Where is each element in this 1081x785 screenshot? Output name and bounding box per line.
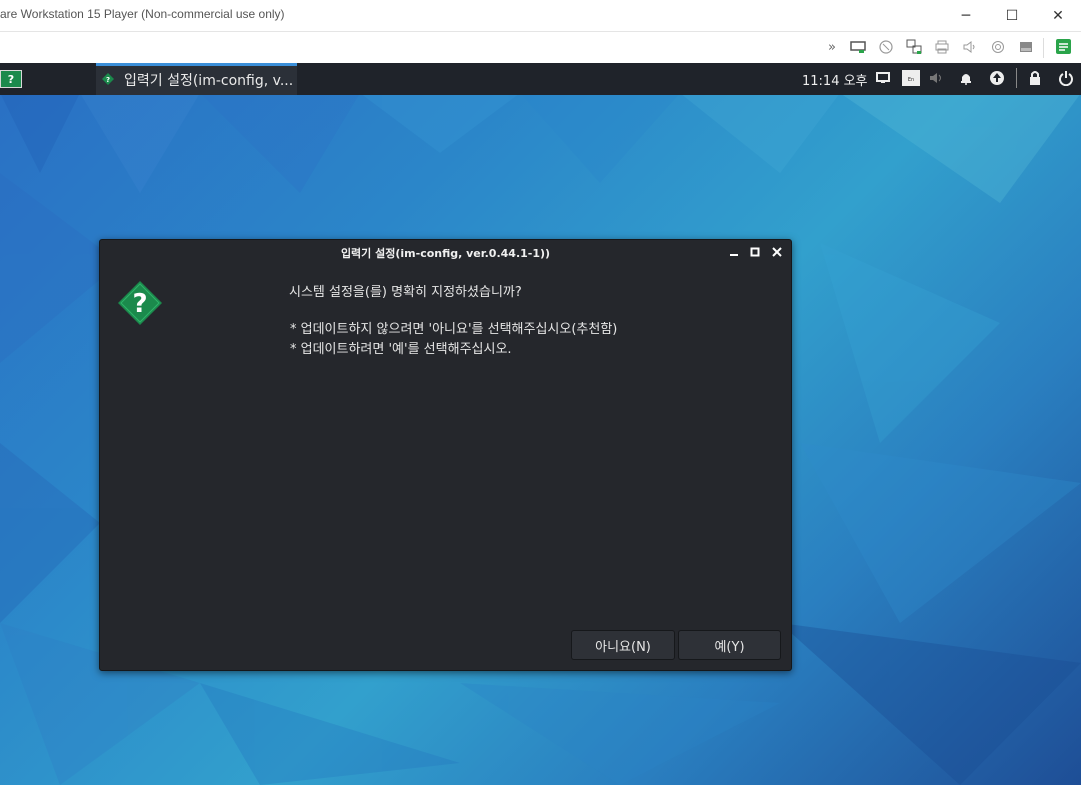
dialog-message-line-1: * 업데이트하지 않으려면 '아니요'를 선택해주십시오(추천함) xyxy=(290,322,618,337)
usb-icon[interactable] xyxy=(905,38,923,56)
question-icon: ? xyxy=(118,281,162,325)
panel-clock[interactable]: 11:14 오후 xyxy=(802,70,868,89)
host-close-button[interactable]: ✕ xyxy=(1035,0,1081,32)
sound-icon[interactable] xyxy=(961,38,979,56)
app-menu-icon[interactable]: ? xyxy=(0,70,22,88)
dialog-question: 시스템 설정을(를) 명확히 지정하셨습니까? xyxy=(289,285,522,300)
camera-icon[interactable] xyxy=(989,38,1007,56)
host-window-title: are Workstation 15 Player (Non-commercia… xyxy=(0,7,285,21)
hdd-icon[interactable] xyxy=(1017,38,1035,56)
volume-icon[interactable] xyxy=(929,70,945,86)
double-chevron-icon[interactable]: » xyxy=(823,38,841,56)
svg-text:?: ? xyxy=(106,76,110,84)
lock-icon[interactable] xyxy=(1027,70,1043,86)
removable-device-icon[interactable] xyxy=(849,38,867,56)
no-button[interactable]: 아니요(N) xyxy=(571,630,675,660)
dialog-maximize-button[interactable] xyxy=(748,245,762,259)
keyboard-icon[interactable]: En xyxy=(902,70,920,86)
host-titlebar: are Workstation 15 Player (Non-commercia… xyxy=(0,0,1081,32)
display-icon[interactable] xyxy=(875,70,891,86)
dialog-close-button[interactable] xyxy=(770,245,784,259)
svg-text:En: En xyxy=(908,77,914,83)
host-maximize-button[interactable]: ☐ xyxy=(989,0,1035,32)
power-icon[interactable] xyxy=(1058,70,1074,86)
toolbar-divider xyxy=(1043,38,1044,58)
yes-button[interactable]: 예(Y) xyxy=(678,630,781,660)
host-toolbar: » xyxy=(0,32,1081,63)
notes-icon[interactable] xyxy=(1055,38,1073,56)
question-icon-glyph: ? xyxy=(132,289,147,319)
question-icon: ? xyxy=(102,73,114,85)
dialog-message-line-2: * 업데이트하려면 '예'를 선택해주십시오. xyxy=(290,342,512,357)
panel-divider xyxy=(1016,68,1017,88)
network-icon[interactable] xyxy=(877,38,895,56)
dialog-minimize-button[interactable] xyxy=(727,245,741,259)
im-config-dialog: 입력기 설정(im-config, ver.0.44.1-1)) ? 시스템 설… xyxy=(99,239,792,671)
host-minimize-button[interactable]: ─ xyxy=(943,0,989,32)
taskbar-item-im-config[interactable]: ? 입력기 설정(im-config, v... xyxy=(96,63,297,95)
update-icon[interactable] xyxy=(989,70,1005,86)
dialog-title: 입력기 설정(im-config, ver.0.44.1-1)) xyxy=(340,247,551,260)
printer-icon[interactable] xyxy=(933,38,951,56)
bell-icon[interactable] xyxy=(958,70,974,86)
taskbar-item-label: 입력기 설정(im-config, v... xyxy=(124,73,294,89)
